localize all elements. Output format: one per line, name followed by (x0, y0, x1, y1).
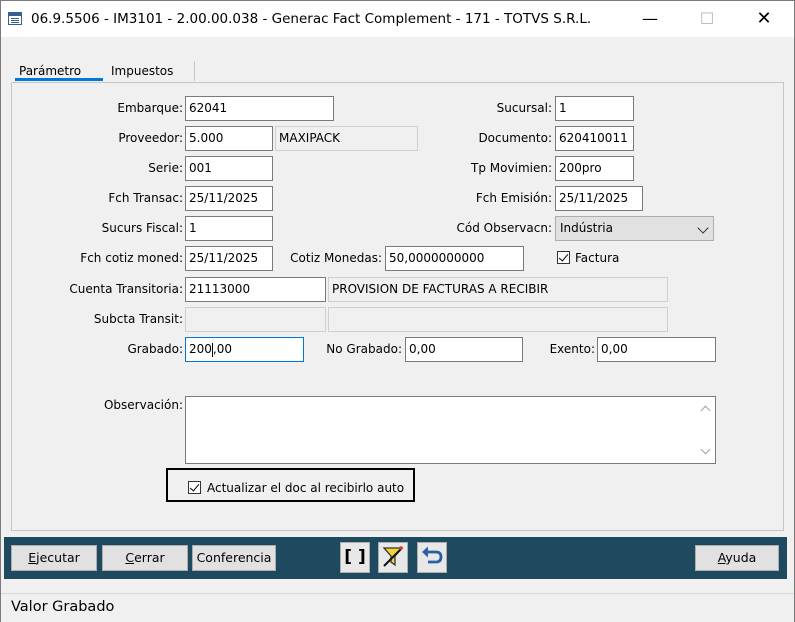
fch-cotiz-moned-input[interactable]: 25/11/2025 (185, 246, 273, 271)
grabado-value-after: ,00 (212, 342, 232, 356)
cod-observacn-label: Cód Observacn: (456, 221, 552, 235)
no-grabado-input[interactable]: 0,00 (405, 337, 523, 362)
undo-button[interactable] (417, 542, 447, 573)
fch-cotiz-moned-label: Fch cotiz moned: (80, 251, 183, 265)
actualizar-label: Actualizar el doc al recibirlo auto (207, 481, 405, 495)
ejecutar-button[interactable]: Ejecutar (11, 545, 97, 571)
exento-input[interactable]: 0,00 (597, 337, 716, 362)
cod-observacn-select[interactable]: Indústria (555, 216, 714, 241)
cuenta-transitoria-label: Cuenta Transitoria: (69, 282, 183, 296)
ayuda-label: yuda (725, 550, 757, 565)
scroll-up-icon[interactable] (700, 405, 711, 416)
filter-button[interactable] (378, 542, 408, 573)
actualizar-checkbox[interactable] (188, 481, 201, 494)
sucurs-fiscal-label: Sucurs Fiscal: (101, 221, 183, 235)
subcta-transit-label: Subcta Transit: (93, 312, 183, 326)
cotiz-monedas-label: Cotiz Monedas: (290, 251, 382, 265)
proveedor-label: Proveedor: (118, 131, 183, 145)
brackets-button[interactable]: [ ] (340, 542, 370, 573)
status-text: Valor Grabado (11, 599, 115, 615)
proveedor-name-field: MAXIPACK (275, 126, 418, 151)
cuenta-transitoria-input[interactable]: 21113000 (185, 277, 326, 302)
title-bar: 06.9.5506 - IM3101 - 2.00.00.038 - Gener… (1, 1, 794, 37)
subcta-transit-description (328, 307, 668, 332)
app-icon (8, 12, 22, 25)
grabado-label: Grabado: (127, 342, 183, 356)
cerrar-label: errar (134, 550, 165, 565)
embarque-label: Embarque: (117, 101, 183, 115)
cerrar-mnemonic: C (125, 550, 135, 565)
sucurs-fiscal-input[interactable]: 1 (185, 216, 273, 241)
filter-wand-icon (382, 546, 404, 567)
dropdown-arrow-icon (697, 222, 709, 234)
cuenta-transitoria-description: PROVISION DE FACTURAS A RECIBIR (328, 277, 668, 302)
tp-movimien-input[interactable]: 200pro (555, 156, 634, 181)
fch-transac-input[interactable]: 25/11/2025 (185, 186, 273, 211)
sucursal-label: Sucursal: (496, 101, 552, 115)
exento-label: Exento: (549, 342, 595, 356)
close-button[interactable]: ✕ (741, 1, 787, 37)
documento-label: Documento: (478, 131, 552, 145)
cotiz-monedas-input[interactable]: 50,0000000000 (385, 246, 524, 271)
grabado-value-before: 200 (189, 342, 212, 356)
fch-emision-input[interactable]: 25/11/2025 (555, 186, 643, 211)
factura-label: Factura (575, 251, 620, 265)
no-grabado-label: No Grabado: (326, 342, 402, 356)
window-title: 06.9.5506 - IM3101 - 2.00.00.038 - Gener… (31, 11, 592, 27)
tp-movimien-label: Tp Movimien: (471, 161, 552, 175)
ayuda-button[interactable]: Ayuda (695, 545, 779, 571)
observacion-textarea[interactable] (185, 396, 716, 464)
embarque-input[interactable]: 62041 (185, 96, 334, 121)
undo-arrow-icon (422, 546, 443, 564)
serie-input[interactable]: 001 (185, 156, 273, 181)
maximize-button[interactable]: ☐ (684, 1, 730, 37)
factura-checkbox[interactable] (557, 251, 570, 264)
action-toolbar: Ejecutar Cerrar Conferencia [ ] Ayuda (4, 537, 787, 579)
main-window: 06.9.5506 - IM3101 - 2.00.00.038 - Gener… (0, 0, 795, 622)
ejecutar-mnemonic: E (28, 550, 37, 565)
tab-parametro[interactable]: Parámetro (15, 61, 103, 81)
ejecutar-label: jecutar (36, 550, 80, 565)
sucursal-input[interactable]: 1 (555, 96, 634, 121)
grabado-input[interactable]: 200,00 (185, 337, 304, 362)
scroll-down-icon[interactable] (700, 444, 711, 455)
observacion-label: Observación: (103, 398, 183, 412)
status-bar: Valor Grabado (1, 593, 794, 622)
cod-observacn-value: Indústria (560, 221, 613, 235)
serie-label: Serie: (148, 161, 183, 175)
observacion-scrollbar[interactable] (698, 397, 715, 463)
subcta-transit-input (185, 307, 326, 332)
conferencia-button[interactable]: Conferencia (192, 545, 276, 571)
documento-input[interactable]: 620410011 (555, 126, 634, 151)
fch-transac-label: Fch Transac: (108, 191, 183, 205)
proveedor-input[interactable]: 5.000 (185, 126, 273, 151)
cerrar-button[interactable]: Cerrar (102, 545, 188, 571)
minimize-button[interactable]: — (627, 1, 673, 37)
fch-emision-label: Fch Emisión: (475, 191, 552, 205)
tab-impuestos[interactable]: Impuestos (105, 61, 195, 81)
